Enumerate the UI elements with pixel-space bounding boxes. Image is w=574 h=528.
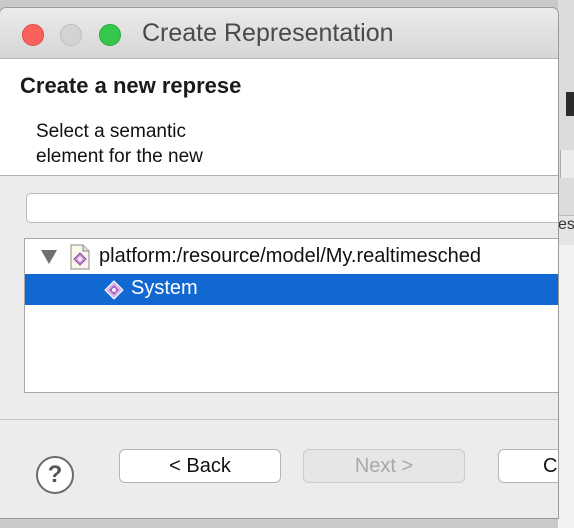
semantic-element-tree[interactable]: platform:/resource/model/My.realtimesche…	[24, 238, 558, 393]
window-title: Create Representation	[142, 19, 394, 47]
tree-item-label: platform:/resource/model/My.realtimesche…	[99, 245, 481, 267]
cancel-button[interactable]: C	[498, 449, 558, 483]
tree-item-root[interactable]: platform:/resource/model/My.realtimesche…	[25, 242, 558, 273]
background-fragment	[560, 150, 574, 178]
tree-item-selected[interactable]: System	[25, 274, 558, 305]
create-representation-dialog: Create Representation Create a new repre…	[0, 8, 558, 518]
wizard-page-description: Select a semantic element for the new	[36, 119, 286, 169]
minimize-window-button[interactable]	[60, 24, 82, 46]
title-bar: Create Representation	[0, 8, 558, 59]
close-window-button[interactable]	[22, 24, 44, 46]
background-fragment	[558, 245, 574, 528]
button-bar-separator	[0, 419, 558, 420]
filter-input[interactable]	[26, 193, 558, 223]
next-button: Next >	[303, 449, 465, 483]
background-app-strip: es	[558, 0, 574, 528]
background-fragment	[566, 92, 574, 116]
maximize-window-button[interactable]	[99, 24, 121, 46]
wizard-page-title: Create a new represe	[20, 73, 242, 98]
system-element-icon	[104, 280, 124, 300]
background-fragment-text: es	[558, 215, 574, 246]
model-file-icon	[70, 244, 90, 270]
back-button[interactable]: < Back	[119, 449, 281, 483]
description-line: Select a semantic	[36, 121, 186, 142]
chevron-down-icon[interactable]	[41, 250, 57, 264]
wizard-header: Create a new represe Select a semantic e…	[0, 59, 558, 176]
tree-item-label: System	[131, 277, 198, 299]
description-line: element for the new	[36, 146, 203, 167]
help-button[interactable]: ?	[36, 456, 74, 494]
